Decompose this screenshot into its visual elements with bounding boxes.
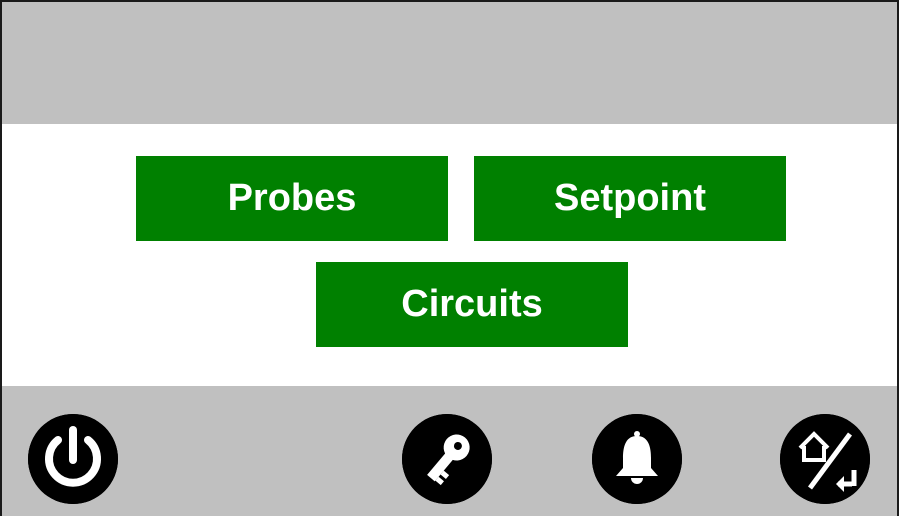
key-button[interactable]: [402, 414, 492, 504]
alarm-button[interactable]: [592, 414, 682, 504]
footer-bar: [2, 386, 897, 516]
header-bar: [2, 2, 897, 124]
probes-button[interactable]: Probes: [136, 156, 448, 241]
circuits-button[interactable]: Circuits: [316, 262, 628, 347]
hmi-screen: Probes Setpoint Circuits: [0, 0, 899, 516]
bell-icon: [592, 414, 682, 504]
power-icon: [28, 414, 118, 504]
home-back-icon: [780, 414, 870, 504]
setpoint-button[interactable]: Setpoint: [474, 156, 786, 241]
key-icon: [402, 414, 492, 504]
power-button[interactable]: [28, 414, 118, 504]
home-back-button[interactable]: [780, 414, 870, 504]
